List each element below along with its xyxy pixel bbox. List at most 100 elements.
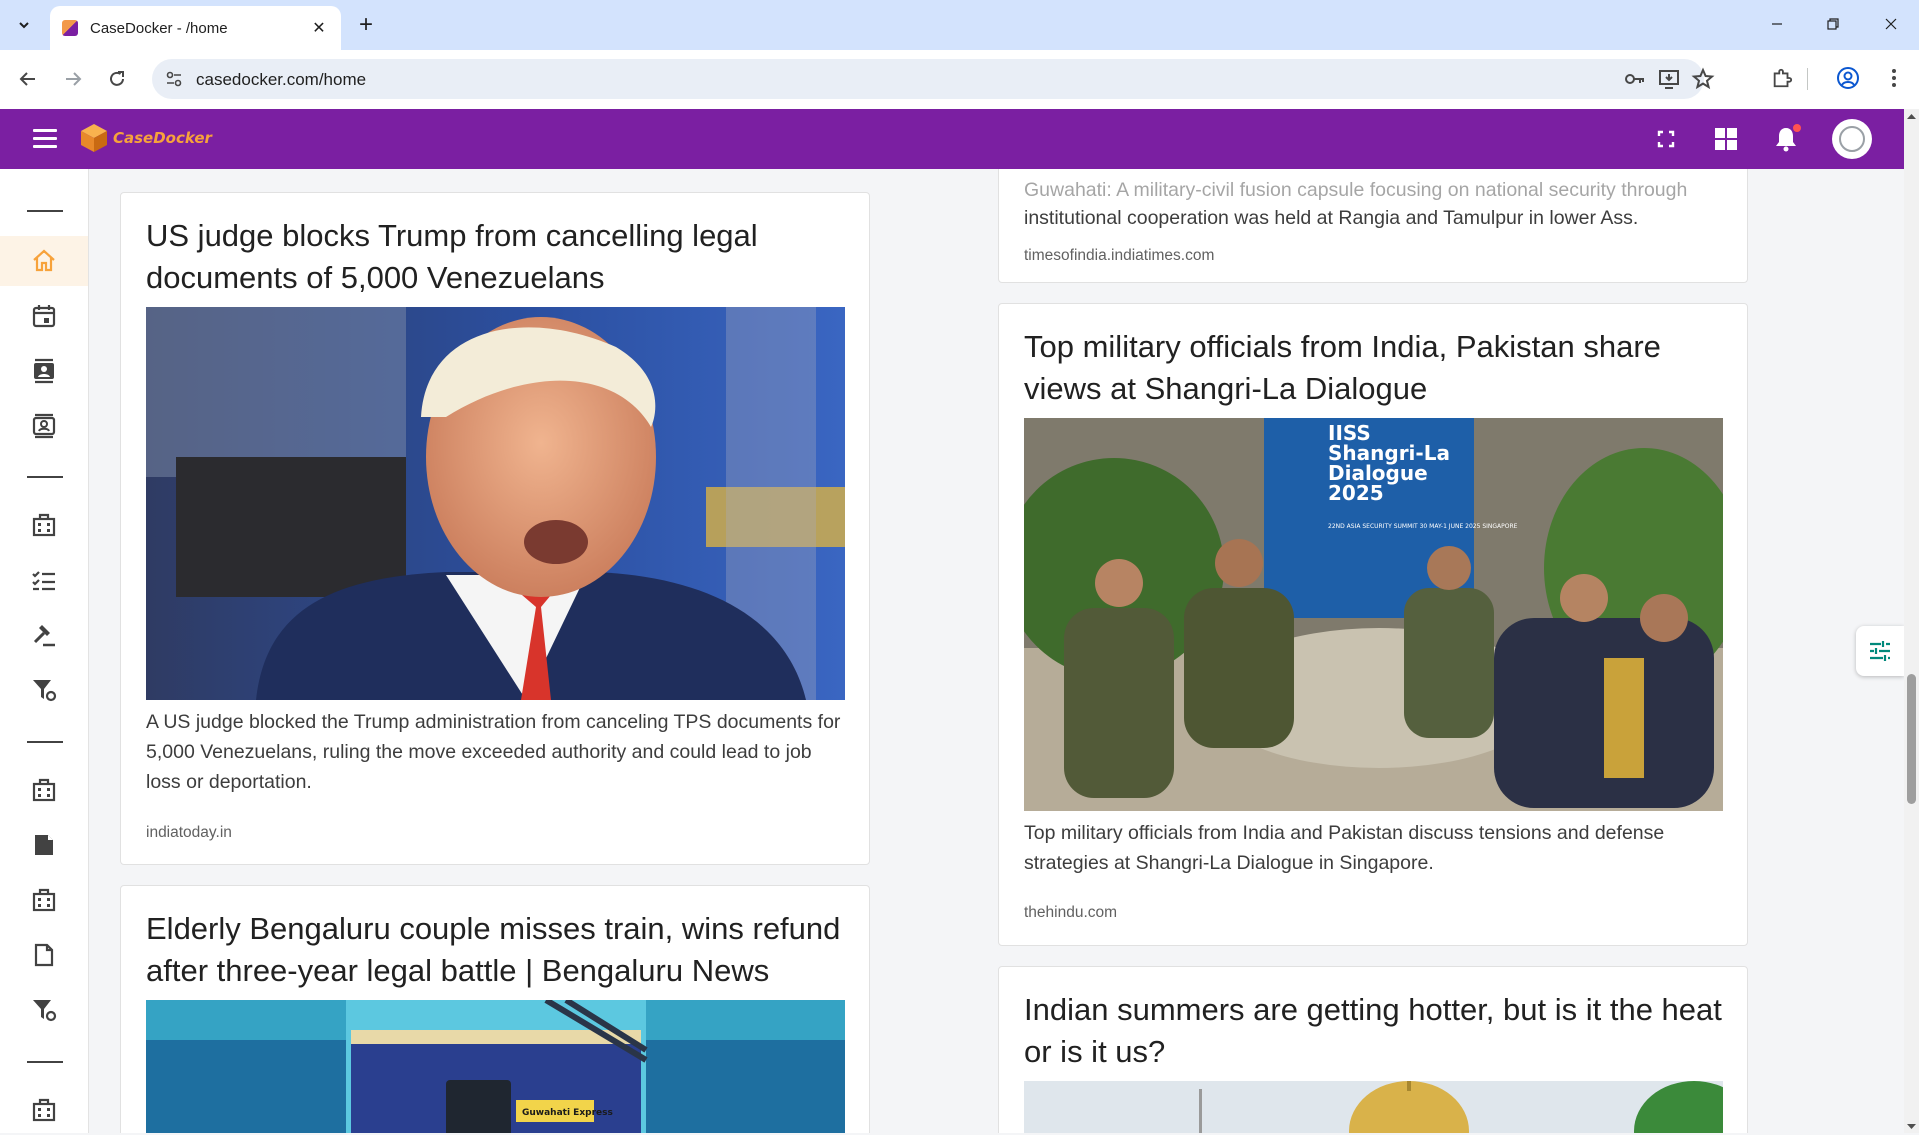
news-image[interactable]	[1024, 1081, 1723, 1133]
news-photo-train: Guwahati Express	[146, 1000, 845, 1133]
sidebar-divider	[27, 1061, 63, 1063]
filter-panel-button[interactable]	[1856, 626, 1904, 676]
site-info-icon[interactable]	[164, 69, 184, 89]
news-card[interactable]: Elderly Bengaluru couple misses train, w…	[120, 885, 870, 1133]
news-card[interactable]: Top military officials from India, Pakis…	[998, 303, 1748, 946]
checklist-icon	[32, 571, 55, 591]
building-icon	[32, 778, 56, 802]
page-scrollbar[interactable]	[1904, 109, 1919, 1133]
browser-toolbar: casedocker.com/home	[0, 50, 1919, 109]
news-title[interactable]: Top military officials from India, Pakis…	[1024, 326, 1724, 410]
tune-sliders-icon	[1870, 641, 1890, 661]
calendar-icon	[32, 305, 56, 328]
document-icon	[34, 943, 54, 967]
news-source[interactable]: indiatoday.in	[146, 824, 232, 842]
close-window-button[interactable]	[1868, 8, 1914, 40]
sidebar-item-document[interactable]	[0, 930, 88, 980]
user-avatar[interactable]	[1832, 119, 1872, 159]
back-button[interactable]	[12, 63, 44, 95]
profile-icon	[1837, 67, 1859, 89]
casedocker-logo[interactable]: CaseDocker	[79, 122, 212, 154]
contact-card-icon	[32, 413, 56, 439]
home-icon	[33, 249, 55, 272]
tab-title: CaseDocker - /home	[90, 19, 228, 37]
casedocker-favicon-icon	[62, 20, 78, 36]
news-image[interactable]: IISS Shangri-La Dialogue 2025 22ND ASIA SEC…	[1024, 418, 1723, 811]
sidebar-item-filter-settings-2[interactable]	[0, 985, 88, 1035]
sidebar-item-contact-card[interactable]	[0, 401, 88, 451]
news-image[interactable]: Guwahati Express	[146, 1000, 845, 1133]
sidebar-item-home[interactable]	[0, 236, 88, 286]
apps-grid-icon[interactable]	[1712, 125, 1740, 153]
news-card[interactable]: Guwahati: A military-civil fusion capsul…	[998, 169, 1748, 283]
scroll-up-arrow-icon[interactable]	[1904, 110, 1919, 122]
restore-button[interactable]	[1810, 8, 1856, 40]
logo-text: CaseDocker	[113, 129, 212, 147]
sidebar-divider	[27, 476, 63, 478]
news-photo-summer	[1024, 1081, 1723, 1133]
filter-settings-icon	[33, 1000, 57, 1022]
news-source[interactable]: timesofindia.indiatimes.com	[1024, 247, 1214, 265]
banner-subtext: 22ND ASIA SECURITY SUMMIT 30 MAY-1 JUNE …	[1328, 523, 1518, 530]
notifications-button[interactable]	[1772, 124, 1801, 153]
scrollbar-thumb[interactable]	[1907, 674, 1916, 804]
address-bar[interactable]: casedocker.com/home	[152, 59, 1715, 99]
contacts-icon	[34, 358, 54, 384]
install-app-icon[interactable]	[1657, 67, 1681, 91]
forward-arrow-icon	[66, 72, 82, 86]
forward-button[interactable]	[57, 63, 89, 95]
news-title[interactable]: Indian summers are getting hotter, but i…	[1024, 989, 1724, 1073]
scroll-down-arrow-icon[interactable]	[1904, 1121, 1919, 1133]
notification-badge	[1793, 124, 1801, 132]
sidebar-item-building-2[interactable]	[0, 765, 88, 815]
tab-close-icon[interactable]: ✕	[309, 18, 329, 38]
news-card[interactable]: Indian summers are getting hotter, but i…	[998, 966, 1748, 1133]
reload-button[interactable]	[101, 63, 133, 95]
news-photo-trump	[146, 307, 845, 700]
filter-settings-icon	[33, 680, 57, 702]
url-text[interactable]: casedocker.com/home	[196, 70, 366, 90]
sidebar-item-building-3[interactable]	[0, 875, 88, 925]
news-image[interactable]	[146, 307, 845, 700]
sidebar-item-building-4[interactable]	[0, 1085, 88, 1135]
sidebar-divider	[27, 210, 63, 212]
train-sign: Guwahati Express	[522, 1108, 613, 1118]
more-vert-icon	[1892, 69, 1896, 87]
chevron-down-icon	[19, 22, 29, 29]
sidebar-item-filter-settings[interactable]	[0, 665, 88, 715]
sidebar-item-note[interactable]	[0, 820, 88, 870]
news-photo-shangri-la: IISS Shangri-La Dialogue 2025 22ND ASIA SEC…	[1024, 418, 1723, 811]
fullscreen-icon[interactable]	[1652, 125, 1680, 153]
reload-icon	[110, 71, 124, 86]
restore-icon	[1827, 18, 1839, 30]
profile-button[interactable]	[1834, 64, 1862, 92]
sidebar-item-checklist[interactable]	[0, 555, 88, 605]
building-icon	[32, 1098, 56, 1122]
browser-menu-button[interactable]	[1880, 64, 1908, 92]
sidebar-item-contacts[interactable]	[0, 346, 88, 396]
bookmark-star-icon[interactable]	[1691, 67, 1715, 91]
building-icon	[32, 888, 56, 912]
news-description-top-line: Guwahati: A military-civil fusion capsul…	[1024, 179, 1688, 201]
extensions-button[interactable]	[1768, 64, 1796, 92]
building-icon	[32, 513, 56, 537]
news-title[interactable]: Elderly Bengaluru couple misses train, w…	[146, 908, 846, 992]
new-tab-button[interactable]: +	[352, 11, 380, 39]
news-card[interactable]: US judge blocks Trump from cancelling le…	[120, 192, 870, 865]
gavel-icon	[33, 625, 55, 647]
back-arrow-icon	[19, 72, 35, 86]
minimize-button[interactable]	[1754, 8, 1800, 40]
sidebar-item-gavel[interactable]	[0, 610, 88, 660]
news-description: Top military officials from India and Pa…	[1024, 822, 1665, 874]
password-key-icon[interactable]	[1623, 67, 1647, 91]
sidebar-item-building[interactable]	[0, 500, 88, 550]
browser-tab-active[interactable]: CaseDocker - /home ✕	[50, 6, 341, 50]
sidebar-item-calendar[interactable]	[0, 291, 88, 341]
menu-toggle-icon[interactable]	[33, 129, 57, 149]
sidebar-divider	[27, 741, 63, 743]
minimize-icon	[1772, 23, 1782, 25]
tab-search-button[interactable]	[8, 10, 40, 40]
app-header: CaseDocker	[0, 109, 1904, 169]
news-source[interactable]: thehindu.com	[1024, 904, 1117, 922]
news-title[interactable]: US judge blocks Trump from cancelling le…	[146, 215, 846, 299]
